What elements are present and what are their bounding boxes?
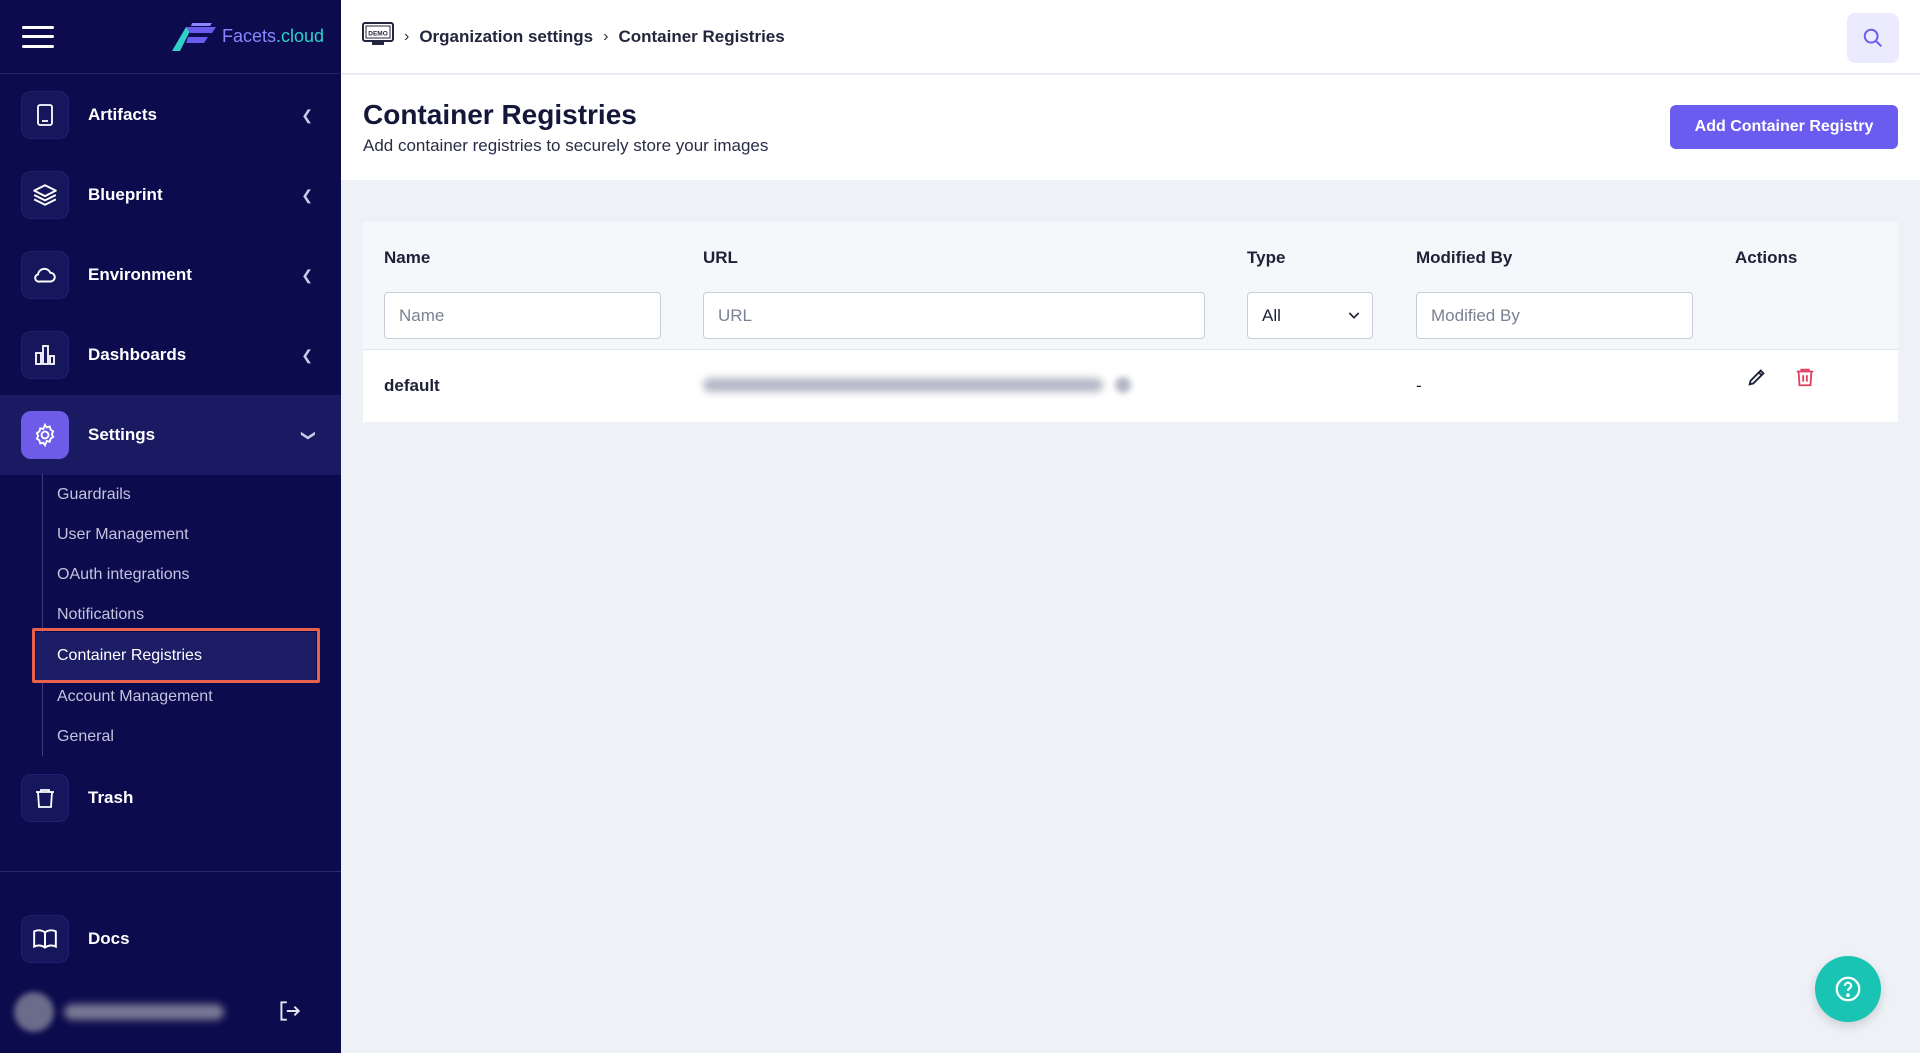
bar-chart-icon — [21, 331, 69, 379]
copy-icon[interactable] — [1115, 377, 1131, 393]
breadcrumb-current: Container Registries — [618, 26, 785, 46]
gear-icon — [21, 411, 69, 459]
search-icon — [1863, 28, 1882, 47]
chevron-down-icon — [1348, 312, 1360, 319]
sidebar: Facets.cloud Artifacts ❮ Blueprint ❮ Env… — [0, 0, 341, 1053]
edit-icon[interactable] — [1746, 366, 1768, 393]
search-button[interactable] — [1847, 13, 1899, 63]
logo[interactable]: Facets.cloud — [172, 22, 325, 51]
demo-badge-icon[interactable]: DEMO — [362, 22, 394, 51]
sidebar-subitem-user-management[interactable]: User Management — [57, 526, 189, 544]
registries-table: Name URL Type Modified By Actions All de… — [363, 222, 1898, 422]
sidebar-item-dashboards[interactable]: Dashboards ❮ — [0, 315, 341, 395]
type-filter-value: All — [1262, 305, 1281, 325]
column-header-actions: Actions — [1735, 248, 1798, 267]
sidebar-subitem-guardrails[interactable]: Guardrails — [57, 486, 131, 504]
sidebar-item-environment[interactable]: Environment ❮ — [0, 235, 341, 315]
sidebar-item-label: Environment — [88, 265, 192, 284]
user-name-redacted — [64, 1004, 224, 1020]
sidebar-subitem-general[interactable]: General — [57, 728, 114, 746]
sidebar-item-settings[interactable]: Settings ❮ — [0, 395, 341, 475]
layers-icon — [21, 171, 69, 219]
sidebar-subitem-notifications[interactable]: Notifications — [57, 606, 144, 624]
url-filter-input[interactable] — [703, 292, 1205, 339]
sidebar-item-docs[interactable]: Docs — [0, 899, 341, 979]
row-name: default — [384, 376, 440, 395]
breadcrumb-separator-icon: › — [603, 27, 609, 45]
table-header: Name URL Type Modified By Actions All — [363, 222, 1898, 350]
type-filter-select[interactable]: All — [1247, 292, 1373, 339]
breadcrumb-organization-settings[interactable]: Organization settings — [419, 27, 593, 47]
table-row: default - — [363, 350, 1898, 422]
avatar[interactable] — [14, 992, 54, 1032]
chevron-left-icon: ❮ — [301, 106, 313, 123]
delete-icon[interactable] — [1794, 366, 1816, 393]
row-modified-by: - — [1416, 376, 1422, 395]
sidebar-item-label: Dashboards — [88, 345, 187, 364]
sidebar-item-artifacts[interactable]: Artifacts ❮ — [0, 75, 341, 155]
breadcrumb-separator-icon: › — [404, 27, 410, 45]
row-url-redacted — [703, 378, 1103, 392]
page-title: Container Registries — [363, 99, 637, 130]
page-subtitle: Add container registries to securely sto… — [363, 136, 769, 155]
column-header-type: Type — [1247, 248, 1286, 267]
sidebar-item-trash[interactable]: Trash — [0, 758, 341, 838]
sidebar-subitem-container-registries[interactable]: Container Registries — [57, 647, 202, 665]
sidebar-divider — [0, 871, 341, 872]
sidebar-item-label: Trash — [88, 788, 134, 807]
chevron-left-icon: ❮ — [301, 266, 313, 283]
sidebar-header: Facets.cloud — [0, 0, 341, 74]
book-icon — [21, 915, 69, 963]
logo-text: Facets.cloud — [222, 26, 325, 46]
sidebar-subitem-account-management[interactable]: Account Management — [57, 688, 213, 706]
tablet-icon — [21, 91, 69, 139]
sidebar-item-label: Settings — [88, 425, 156, 444]
chevron-left-icon: ❮ — [301, 346, 313, 363]
sidebar-item-blueprint[interactable]: Blueprint ❮ — [0, 155, 341, 235]
trash-icon — [21, 774, 69, 822]
facets-logo-icon — [172, 22, 216, 51]
help-icon — [1835, 976, 1861, 1002]
logout-icon[interactable] — [276, 998, 302, 1029]
chevron-down-icon: ❮ — [298, 429, 315, 441]
sidebar-item-label: Docs — [88, 929, 130, 948]
page-header: Container Registries Add container regis… — [341, 75, 1920, 180]
user-profile[interactable] — [14, 990, 314, 1034]
sidebar-item-label: Artifacts — [88, 105, 157, 124]
sidebar-subitem-oauth-integrations[interactable]: OAuth integrations — [57, 566, 190, 584]
hamburger-menu-icon[interactable] — [22, 25, 54, 48]
modified-by-filter-input[interactable] — [1416, 292, 1693, 339]
column-header-name: Name — [384, 248, 431, 267]
cloud-icon — [21, 251, 69, 299]
submenu-divider-line — [42, 474, 43, 756]
column-header-modified-by: Modified By — [1416, 248, 1513, 267]
column-header-url: URL — [703, 248, 738, 267]
add-container-registry-button[interactable]: Add Container Registry — [1670, 105, 1898, 149]
chevron-left-icon: ❮ — [301, 186, 313, 203]
name-filter-input[interactable] — [384, 292, 661, 339]
sidebar-item-label: Blueprint — [88, 185, 163, 204]
help-button[interactable] — [1815, 956, 1881, 1022]
top-bar: DEMO › Organization settings › Container… — [341, 0, 1920, 74]
svg-text:DEMO: DEMO — [368, 31, 388, 38]
